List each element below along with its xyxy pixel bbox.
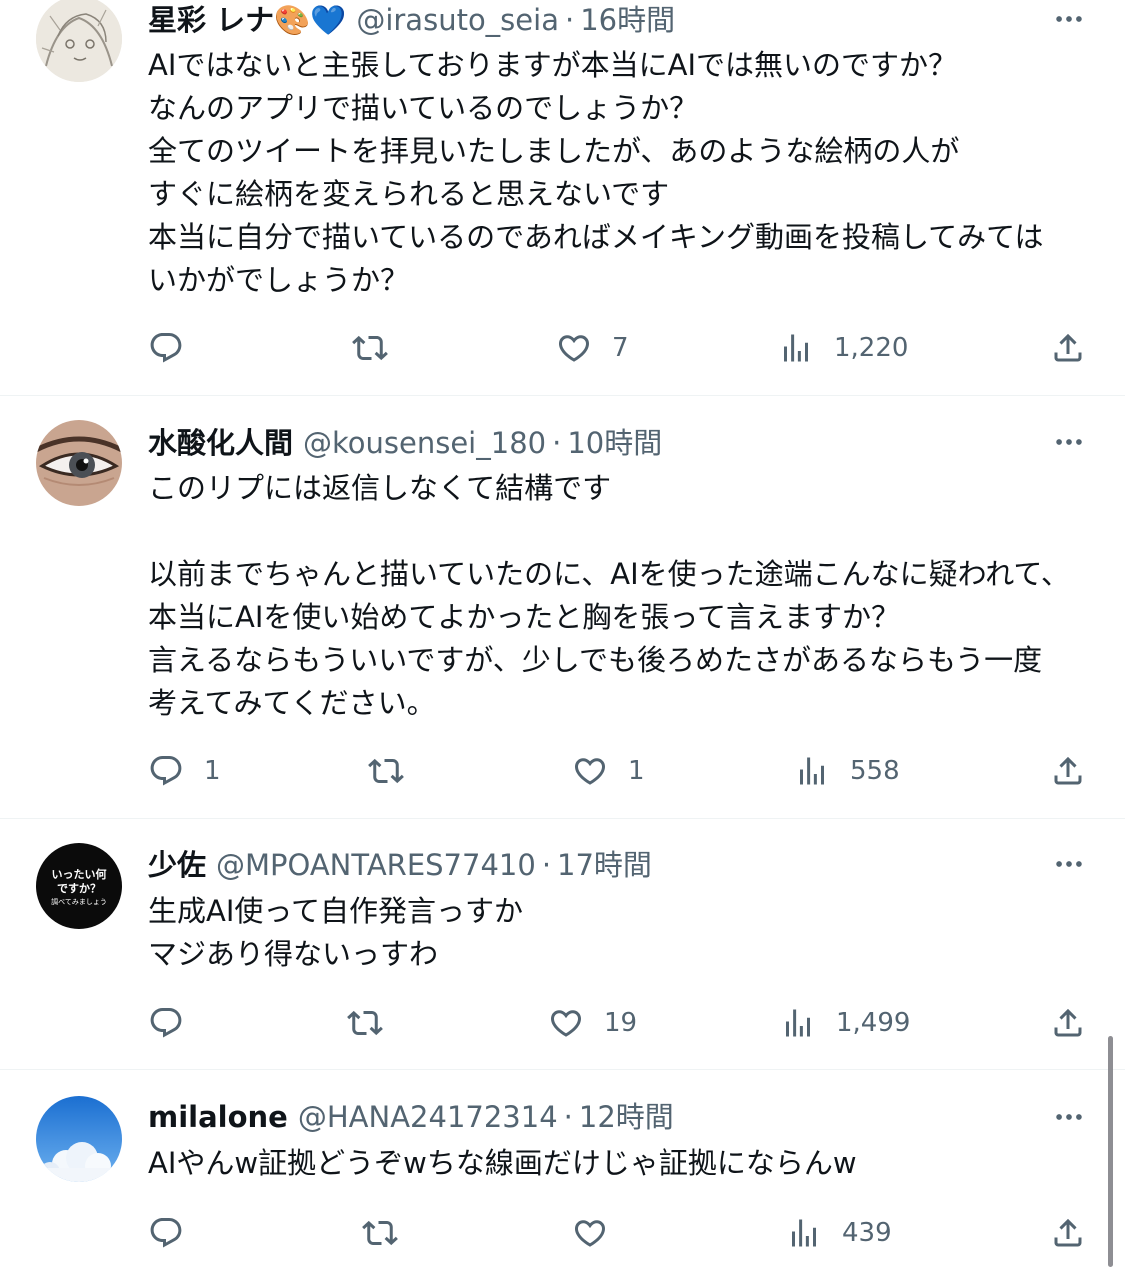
like-button[interactable]: 7 xyxy=(556,326,629,370)
heart-icon xyxy=(572,753,608,789)
view-count: 439 xyxy=(842,1218,892,1248)
tweet-text: AIではないと主張しておりますが本当にAIでは無いのですか？ なんのアプリで描い… xyxy=(148,48,1044,297)
heart-icon xyxy=(548,1005,584,1041)
share-icon xyxy=(1050,753,1086,789)
like-button[interactable]: 19 xyxy=(548,1001,637,1045)
view-count: 1,220 xyxy=(834,333,909,363)
display-name[interactable]: 水酸化人間 xyxy=(148,423,293,463)
retweet-button[interactable] xyxy=(352,326,408,370)
timestamp[interactable]: 12時間 xyxy=(579,1097,674,1137)
tweet-text: AIやんw証拠どうぞwちな線画だけじゃ証拠にならんw xyxy=(148,1146,857,1180)
separator-dot: · xyxy=(563,1100,573,1134)
retweet-icon xyxy=(347,1005,383,1041)
tweet[interactable]: milalone @HANA24172314 · 12時間 AIやんw証拠どうぞ… xyxy=(0,1070,1125,1267)
tweet-text: このリプには返信しなくて結構です 以前までちゃんと描いていたのに、AIを使った途… xyxy=(148,471,1070,720)
timestamp[interactable]: 17時間 xyxy=(557,845,652,885)
view-count: 1,499 xyxy=(836,1008,911,1038)
views-button[interactable]: 439 xyxy=(786,1211,892,1255)
tweet-header: 水酸化人間 @kousensei_180 · 10時間 xyxy=(148,423,662,463)
reply-count: 1 xyxy=(204,756,221,786)
display-name[interactable]: 少佐 xyxy=(148,845,206,885)
views-button[interactable]: 1,499 xyxy=(780,1001,910,1045)
views-icon xyxy=(780,1005,816,1041)
views-icon xyxy=(786,1215,822,1251)
action-bar: 439 xyxy=(0,1211,1125,1255)
eye-avatar-icon[interactable] xyxy=(36,420,122,506)
share-icon xyxy=(1050,1005,1086,1041)
reply-icon xyxy=(148,1005,184,1041)
user-handle[interactable]: @irasuto_seia xyxy=(356,0,559,40)
tweet-text: 生成AI使って自作発言っすか マジあり得ないっすわ xyxy=(148,894,523,971)
sketch-avatar-icon[interactable] xyxy=(36,0,122,82)
reply-button[interactable] xyxy=(148,326,204,370)
timestamp[interactable]: 16時間 xyxy=(580,0,675,40)
action-bar: 7 1,220 xyxy=(0,326,1125,370)
text-avatar-icon[interactable]: いったい何 ですか？ 調べてみましょう xyxy=(36,843,122,929)
tweet-header: 星彩 レナ🎨💙 @irasuto_seia · 16時間 xyxy=(148,0,675,40)
like-count: 1 xyxy=(628,756,645,786)
avatar-caption-line: いったい何 xyxy=(51,868,107,881)
share-button[interactable] xyxy=(1050,749,1086,793)
more-icon[interactable] xyxy=(1051,424,1087,460)
retweet-button[interactable] xyxy=(362,1211,418,1255)
like-button[interactable] xyxy=(572,1211,628,1255)
user-handle[interactable]: @MPOANTARES77410 xyxy=(216,845,536,885)
display-name[interactable]: milalone xyxy=(148,1097,288,1137)
reply-button[interactable] xyxy=(148,1001,204,1045)
action-bar: 1 1 558 xyxy=(0,749,1125,793)
reply-icon xyxy=(148,753,184,789)
user-handle[interactable]: @HANA24172314 xyxy=(298,1097,558,1137)
reply-button[interactable]: 1 xyxy=(148,749,221,793)
display-name[interactable]: 星彩 レナ🎨💙 xyxy=(148,0,346,40)
share-icon xyxy=(1050,330,1086,366)
avatar-caption-line: 調べてみましょう xyxy=(51,898,107,906)
tweet[interactable]: 星彩 レナ🎨💙 @irasuto_seia · 16時間 AIではないと主張して… xyxy=(0,0,1125,395)
share-icon xyxy=(1050,1215,1086,1251)
share-button[interactable] xyxy=(1050,326,1086,370)
separator-dot: · xyxy=(564,3,575,37)
more-icon[interactable] xyxy=(1051,1,1087,37)
reply-icon xyxy=(148,330,184,366)
more-icon[interactable] xyxy=(1051,846,1087,882)
heart-icon xyxy=(572,1215,608,1251)
tweet[interactable]: いったい何 ですか？ 調べてみましょう 少佐 @MPOANTARES77410 … xyxy=(0,819,1125,1069)
tweet-header: 少佐 @MPOANTARES77410 · 17時間 xyxy=(148,845,652,885)
tweet-header: milalone @HANA24172314 · 12時間 xyxy=(148,1097,674,1137)
more-icon[interactable] xyxy=(1051,1099,1087,1135)
retweet-button[interactable] xyxy=(368,749,424,793)
separator-dot: · xyxy=(552,426,562,460)
views-icon xyxy=(778,330,814,366)
retweet-icon xyxy=(352,330,388,366)
action-bar: 19 1,499 xyxy=(0,1001,1125,1045)
separator-dot: · xyxy=(541,848,552,882)
timestamp[interactable]: 10時間 xyxy=(567,423,662,463)
like-count: 7 xyxy=(612,333,629,363)
like-count: 19 xyxy=(604,1008,638,1038)
avatar-caption-line: ですか？ xyxy=(57,882,101,895)
share-button[interactable] xyxy=(1050,1001,1086,1045)
retweet-button[interactable] xyxy=(347,1001,403,1045)
scrollbar[interactable] xyxy=(1108,1036,1113,1267)
user-handle[interactable]: @kousensei_180 xyxy=(303,423,546,463)
heart-icon xyxy=(556,330,592,366)
view-count: 558 xyxy=(850,756,900,786)
retweet-icon xyxy=(362,1215,398,1251)
reply-icon xyxy=(148,1215,184,1251)
views-icon xyxy=(794,753,830,789)
share-button[interactable] xyxy=(1050,1211,1086,1255)
views-button[interactable]: 558 xyxy=(794,749,900,793)
like-button[interactable]: 1 xyxy=(572,749,645,793)
reply-button[interactable] xyxy=(148,1211,204,1255)
sky-avatar-icon[interactable] xyxy=(36,1096,122,1182)
retweet-icon xyxy=(368,753,404,789)
views-button[interactable]: 1,220 xyxy=(778,326,908,370)
tweet[interactable]: 水酸化人間 @kousensei_180 · 10時間 このリプには返信しなくて… xyxy=(0,396,1125,818)
avatar-caption: いったい何 ですか？ 調べてみましょう xyxy=(36,868,122,908)
